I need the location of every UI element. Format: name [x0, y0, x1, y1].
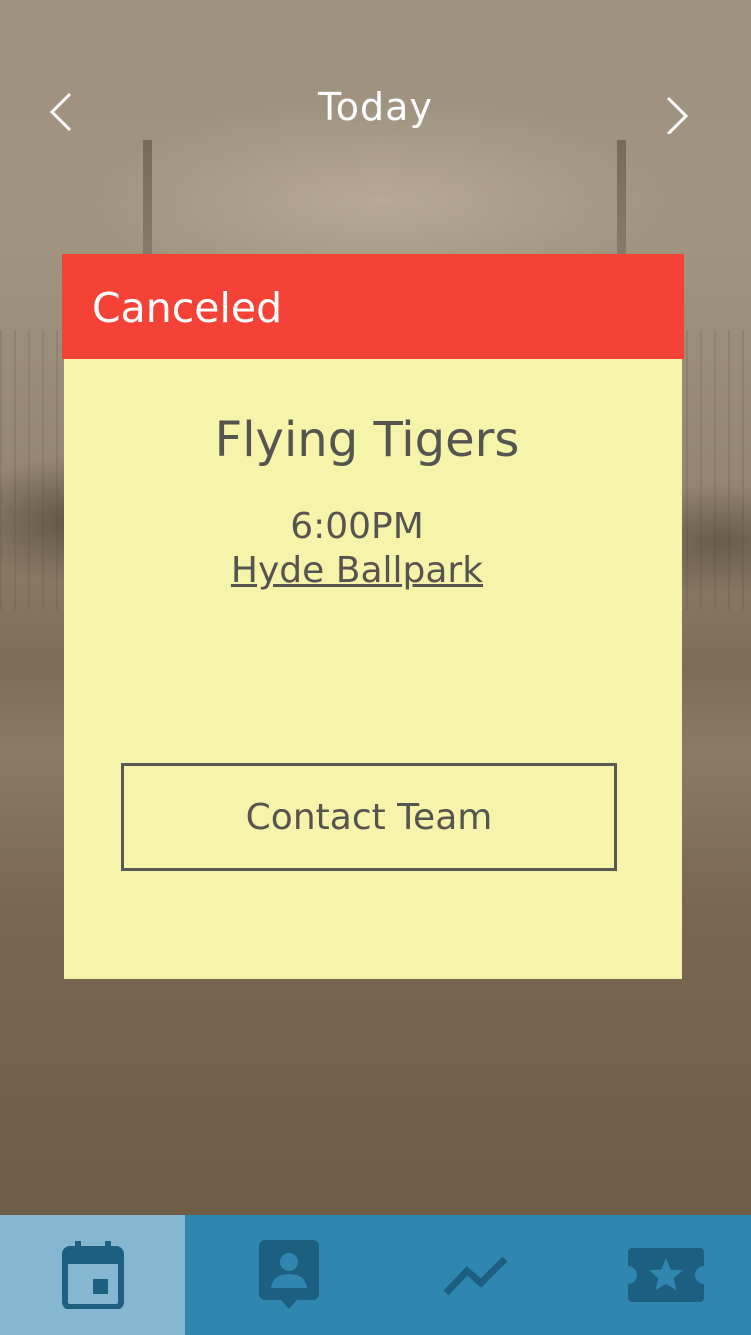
calendar-icon: [61, 1241, 124, 1309]
next-day-button[interactable]: [656, 90, 696, 136]
bottom-tab-bar: [0, 1215, 751, 1335]
stats-icon: [442, 1256, 507, 1296]
tab-schedule[interactable]: [0, 1215, 185, 1335]
tab-profile[interactable]: [196, 1215, 381, 1335]
venue-link[interactable]: Hyde Ballpark: [64, 548, 650, 594]
tab-tickets[interactable]: [580, 1215, 751, 1335]
status-banner: Canceled: [62, 254, 684, 359]
profile-icon: [258, 1240, 319, 1309]
page-title: Today: [318, 85, 433, 129]
status-label: Canceled: [92, 284, 283, 332]
date-navigation: Today: [0, 60, 751, 160]
contact-team-button[interactable]: Contact Team: [121, 763, 617, 871]
chevron-right-icon: [666, 96, 689, 136]
opponent-team-name: Flying Tigers: [214, 412, 520, 468]
tab-stats[interactable]: [383, 1215, 568, 1335]
ticket-icon: [627, 1248, 704, 1302]
game-time: 6:00PM: [290, 506, 424, 547]
